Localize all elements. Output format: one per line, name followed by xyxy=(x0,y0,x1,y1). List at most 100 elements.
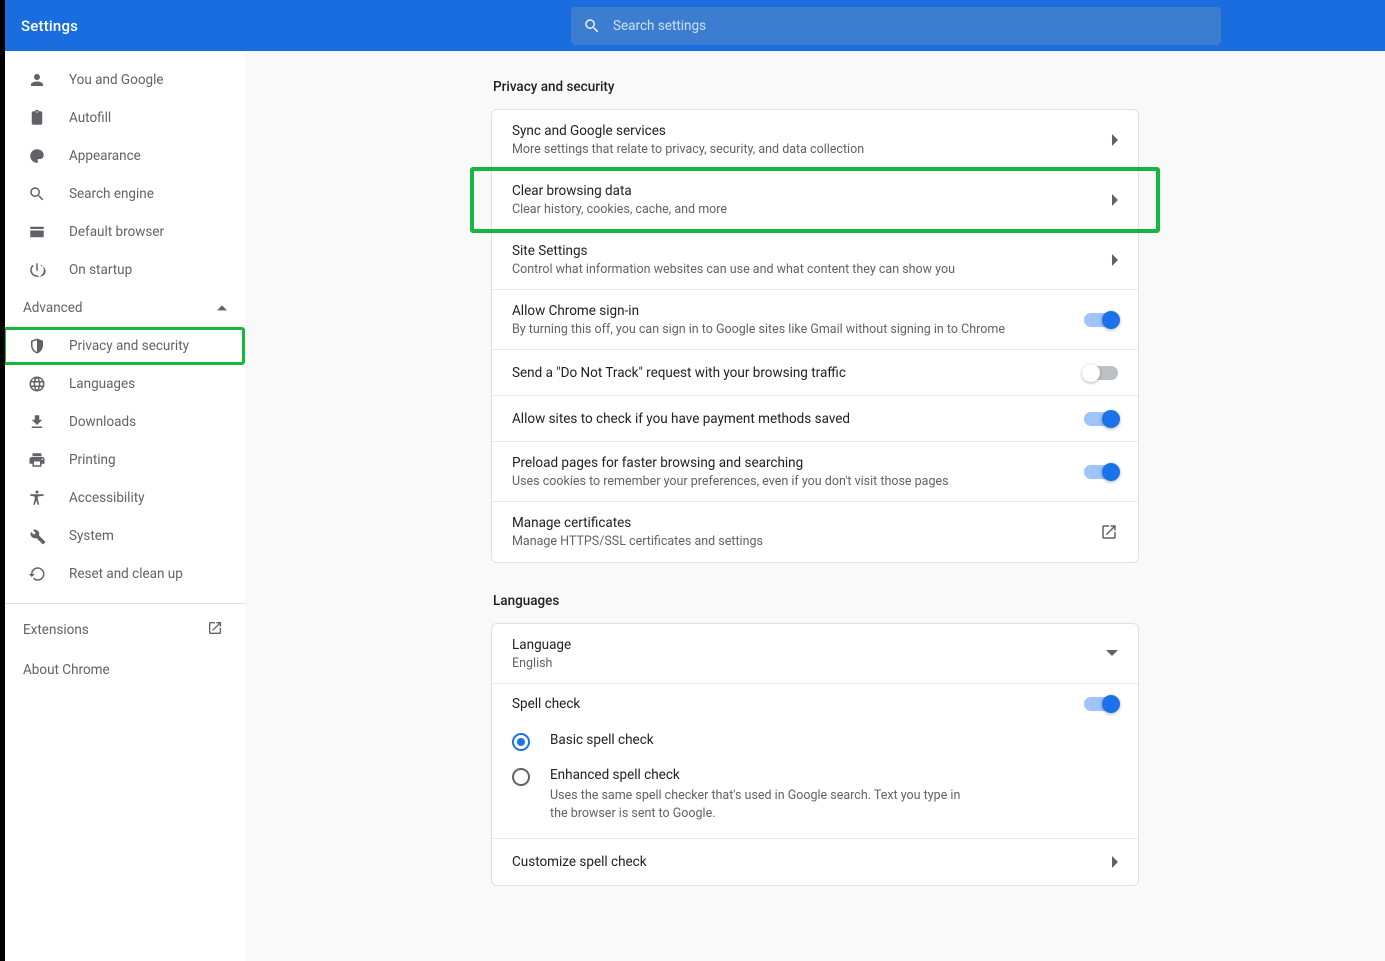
chevron-right-icon xyxy=(1110,134,1118,146)
sidebar-item-label: Languages xyxy=(69,376,135,392)
languages-card: Language English Spell check Basic spell… xyxy=(491,623,1139,886)
search-field[interactable] xyxy=(571,7,1221,45)
row-title: Spell check xyxy=(512,696,1084,712)
about-label: About Chrome xyxy=(23,662,110,678)
sidebar-item-default-browser[interactable]: Default browser xyxy=(5,213,245,251)
privacy-card: Sync and Google services More settings t… xyxy=(491,109,1139,563)
row-title: Manage certificates xyxy=(512,515,1086,531)
row-subtitle: Uses cookies to remember your preference… xyxy=(512,474,1070,489)
chevron-right-icon xyxy=(1110,254,1118,266)
search-icon xyxy=(27,184,47,204)
row-subtitle: Control what information websites can us… xyxy=(512,262,1096,277)
assignment-icon xyxy=(27,108,47,128)
row-do-not-track: Send a "Do Not Track" request with your … xyxy=(492,350,1138,396)
sidebar-item-label: System xyxy=(69,528,114,544)
toggle-allow-signin[interactable] xyxy=(1084,313,1118,327)
row-customize-spell-check[interactable]: Customize spell check xyxy=(492,839,1138,885)
shield-icon xyxy=(27,336,47,356)
sidebar-link-extensions[interactable]: Extensions xyxy=(5,610,245,650)
row-preload-pages: Preload pages for faster browsing and se… xyxy=(492,442,1138,502)
sidebar-item-you-and-google[interactable]: You and Google xyxy=(5,61,245,99)
sidebar-item-search-engine[interactable]: Search engine xyxy=(5,175,245,213)
row-site-settings[interactable]: Site Settings Control what information w… xyxy=(492,230,1138,290)
sidebar-item-appearance[interactable]: Appearance xyxy=(5,137,245,175)
chevron-right-icon xyxy=(1110,194,1118,206)
sidebar-item-label: Printing xyxy=(69,452,116,468)
launch-icon xyxy=(1100,523,1118,541)
accessibility-icon xyxy=(27,488,47,508)
print-icon xyxy=(27,450,47,470)
radio-label: Basic spell check xyxy=(550,732,654,748)
chevron-up-icon xyxy=(217,300,227,316)
sidebar-item-system[interactable]: System xyxy=(5,517,245,555)
radio-basic-spell-check[interactable]: Basic spell check xyxy=(492,724,1138,759)
row-subtitle: Clear history, cookies, cache, and more xyxy=(512,202,1096,217)
sidebar-item-downloads[interactable]: Downloads xyxy=(5,403,245,441)
sidebar-item-reset[interactable]: Reset and clean up xyxy=(5,555,245,593)
main-content: Privacy and security Sync and Google ser… xyxy=(245,51,1385,961)
row-payment-methods: Allow sites to check if you have payment… xyxy=(492,396,1138,442)
divider xyxy=(5,603,245,604)
sidebar-item-printing[interactable]: Printing xyxy=(5,441,245,479)
sidebar-item-autofill[interactable]: Autofill xyxy=(5,99,245,137)
row-title: Site Settings xyxy=(512,243,1096,259)
radio-sub: Uses the same spell checker that's used … xyxy=(550,787,980,822)
radio-input[interactable] xyxy=(512,733,530,751)
sidebar-item-accessibility[interactable]: Accessibility xyxy=(5,479,245,517)
sidebar-link-about[interactable]: About Chrome xyxy=(5,650,245,690)
row-subtitle: Manage HTTPS/SSL certificates and settin… xyxy=(512,534,1086,549)
chevron-down-icon xyxy=(1106,650,1118,658)
row-language[interactable]: Language English xyxy=(492,624,1138,684)
toggle-do-not-track[interactable] xyxy=(1084,366,1118,380)
row-allow-chrome-signin: Allow Chrome sign-in By turning this off… xyxy=(492,290,1138,350)
row-subtitle: English xyxy=(512,656,1092,671)
sidebar-item-on-startup[interactable]: On startup xyxy=(5,251,245,289)
search-icon xyxy=(583,17,601,35)
sidebar-item-label: Autofill xyxy=(69,110,111,126)
browser-icon xyxy=(27,222,47,242)
chevron-right-icon xyxy=(1110,856,1118,868)
sidebar-item-label: Accessibility xyxy=(69,490,145,506)
sidebar-item-label: Appearance xyxy=(69,148,141,164)
row-sync-google-services[interactable]: Sync and Google services More settings t… xyxy=(492,110,1138,170)
palette-icon xyxy=(27,146,47,166)
sidebar-advanced-toggle[interactable]: Advanced xyxy=(5,289,245,327)
advanced-label: Advanced xyxy=(23,300,83,316)
restore-icon xyxy=(27,564,47,584)
search-input[interactable] xyxy=(613,18,1209,34)
row-title: Preload pages for faster browsing and se… xyxy=(512,455,1070,471)
sidebar-item-languages[interactable]: Languages xyxy=(5,365,245,403)
sidebar-item-label: Privacy and security xyxy=(69,338,189,354)
section-title-privacy: Privacy and security xyxy=(493,79,1139,95)
row-subtitle: By turning this off, you can sign in to … xyxy=(512,322,1070,337)
sidebar-item-label: On startup xyxy=(69,262,132,278)
row-title: Allow sites to check if you have payment… xyxy=(512,411,1070,427)
globe-icon xyxy=(27,374,47,394)
radio-enhanced-spell-check[interactable]: Enhanced spell check Uses the same spell… xyxy=(492,759,1138,839)
header: Settings xyxy=(5,0,1385,51)
radio-input[interactable] xyxy=(512,768,530,786)
toggle-payment-methods[interactable] xyxy=(1084,412,1118,426)
row-clear-browsing-data[interactable]: Clear browsing data Clear history, cooki… xyxy=(470,167,1160,233)
person-icon xyxy=(27,70,47,90)
extensions-label: Extensions xyxy=(23,622,89,638)
sidebar-item-privacy-security[interactable]: Privacy and security xyxy=(5,327,245,365)
section-title-languages: Languages xyxy=(493,593,1139,609)
row-spell-check: Spell check xyxy=(492,684,1138,724)
row-title: Clear browsing data xyxy=(512,183,1096,199)
radio-label: Enhanced spell check xyxy=(550,767,980,783)
row-title: Sync and Google services xyxy=(512,123,1096,139)
sidebar-item-label: Downloads xyxy=(69,414,136,430)
toggle-spell-check[interactable] xyxy=(1084,697,1118,711)
row-manage-certificates[interactable]: Manage certificates Manage HTTPS/SSL cer… xyxy=(492,502,1138,562)
download-icon xyxy=(27,412,47,432)
sidebar-item-label: Reset and clean up xyxy=(69,566,183,582)
launch-icon xyxy=(207,620,223,640)
row-title: Allow Chrome sign-in xyxy=(512,303,1070,319)
power-icon xyxy=(27,260,47,280)
sidebar-item-label: Default browser xyxy=(69,224,164,240)
toggle-preload[interactable] xyxy=(1084,465,1118,479)
row-title: Customize spell check xyxy=(512,854,1096,870)
sidebar: You and Google Autofill Appearance Searc… xyxy=(5,51,245,961)
sidebar-item-label: Search engine xyxy=(69,186,154,202)
